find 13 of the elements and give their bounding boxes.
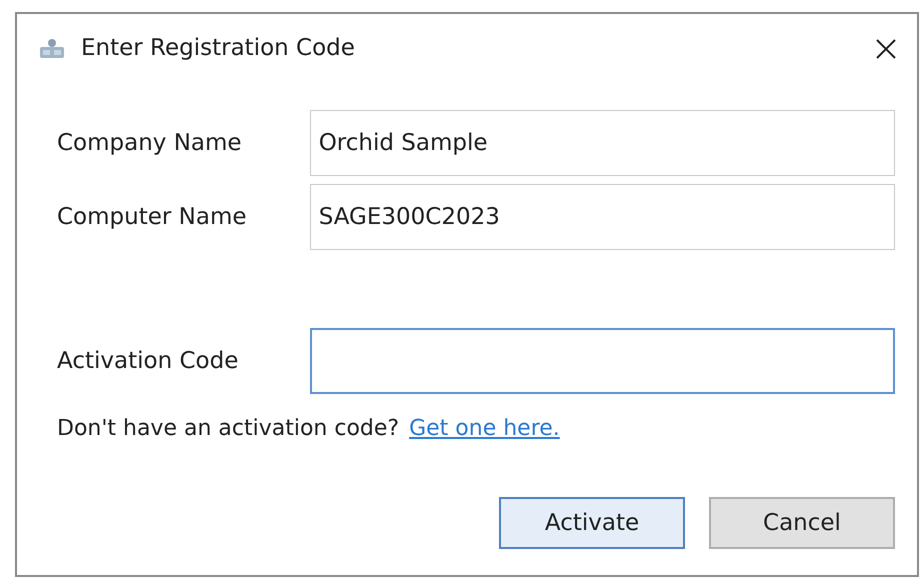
- get-code-link[interactable]: Get one here.: [409, 416, 560, 441]
- field-label: Activation Code: [57, 346, 240, 376]
- field-label: Computer Name: [57, 202, 248, 232]
- window-title: Enter Registration Code: [81, 34, 355, 63]
- help-text: Don't have an activation code?: [57, 416, 400, 441]
- close-icon[interactable]: [875, 38, 897, 60]
- field-label: Company Name: [57, 128, 243, 158]
- text-field[interactable]: SAGE300C2023: [310, 184, 895, 250]
- text-field[interactable]: [310, 328, 895, 394]
- app-icon: [39, 37, 65, 59]
- dialog-button[interactable]: Cancel: [709, 497, 895, 549]
- text-field[interactable]: Orchid Sample: [310, 110, 895, 176]
- dialog-button[interactable]: Activate: [499, 497, 685, 549]
